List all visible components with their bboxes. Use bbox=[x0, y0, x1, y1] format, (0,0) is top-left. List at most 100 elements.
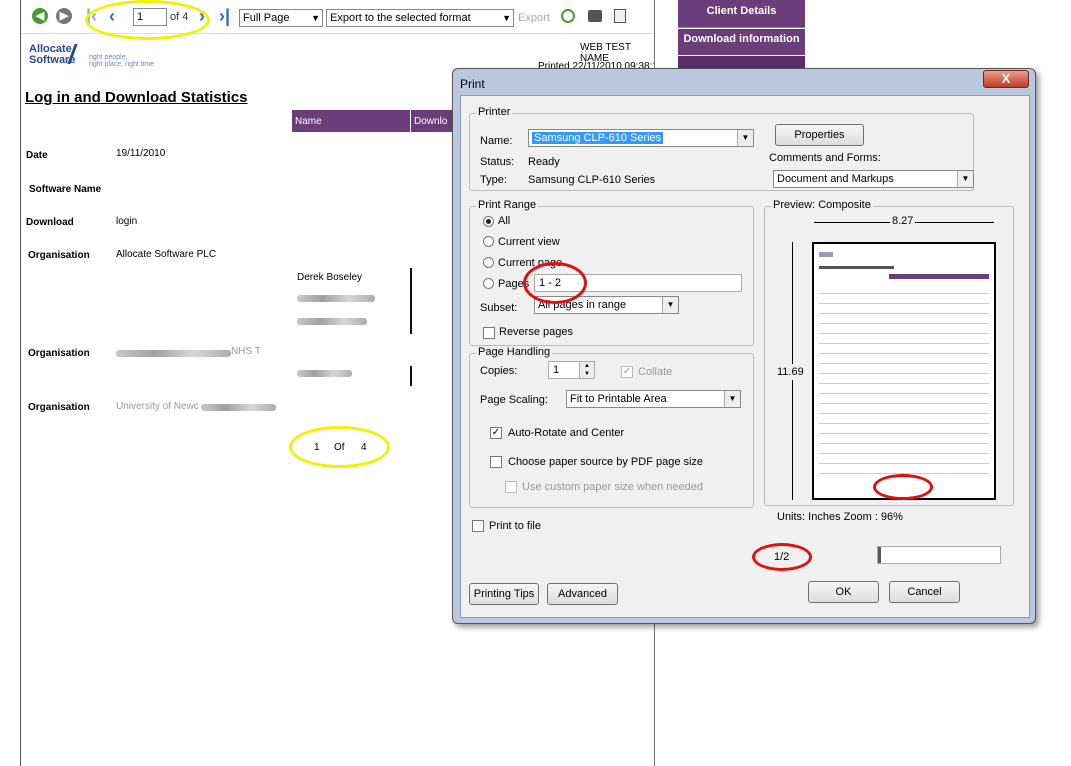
highlight-ellipse bbox=[523, 262, 587, 304]
print-icon[interactable] bbox=[588, 10, 602, 22]
download-information-tab[interactable]: Download information bbox=[678, 29, 805, 55]
chevron-down-icon: ▼ bbox=[957, 171, 973, 187]
person-name: Derek Boseley bbox=[297, 272, 363, 283]
dialog-title: Print bbox=[460, 77, 485, 91]
collate-checkbox[interactable]: ✓ bbox=[621, 366, 633, 378]
date-value: 19/11/2010 bbox=[116, 148, 166, 159]
report-title: Log in and Download Statistics bbox=[25, 89, 248, 106]
properties-button[interactable]: Properties bbox=[775, 124, 864, 146]
table-divider bbox=[410, 268, 412, 334]
printer-name-label: Name: bbox=[480, 135, 513, 147]
preview-page-slider[interactable] bbox=[877, 546, 1001, 564]
organisation-value-2: NHS T bbox=[231, 346, 261, 357]
organisation-label-2: Organisation bbox=[28, 348, 90, 359]
print-to-file-label: Print to file bbox=[489, 520, 541, 532]
logo-tagline-1: right people, bbox=[89, 54, 128, 61]
export-format-select[interactable]: Export to the selected format ▼ bbox=[326, 9, 514, 27]
highlight-ellipse bbox=[873, 474, 933, 500]
comments-forms-value: Document and Markups bbox=[777, 173, 894, 185]
pages-radio[interactable] bbox=[483, 278, 494, 289]
comments-forms-select[interactable]: Document and Markups ▼ bbox=[773, 170, 974, 188]
export-link[interactable]: Export bbox=[518, 12, 550, 24]
refresh-icon[interactable] bbox=[561, 9, 575, 23]
blurred-text bbox=[297, 370, 352, 377]
page-scaling-value: Fit to Printable Area bbox=[570, 393, 667, 405]
paper-source-checkbox[interactable] bbox=[490, 456, 502, 468]
type-label: Type: bbox=[480, 174, 507, 186]
page-setup-icon[interactable] bbox=[614, 9, 626, 23]
preview-height: 11.69 bbox=[777, 364, 804, 380]
organisation-value-3: University of Newc bbox=[116, 401, 199, 412]
print-to-file-checkbox[interactable] bbox=[472, 520, 484, 532]
page-scaling-select[interactable]: Fit to Printable Area ▼ bbox=[566, 390, 741, 408]
highlight-ellipse bbox=[289, 426, 390, 468]
auto-rotate-checkbox[interactable]: ✓ bbox=[490, 427, 502, 439]
software-name-label: Software Name bbox=[29, 184, 102, 195]
chevron-down-icon: ▼ bbox=[737, 130, 753, 146]
logo-tagline: right people, right place, right time bbox=[89, 54, 154, 68]
printer-name-select[interactable]: Samsung CLP-610 Series ▼ bbox=[528, 129, 754, 147]
preview-width: 8.27 bbox=[890, 215, 916, 227]
highlight-ellipse bbox=[85, 0, 210, 40]
last-page-icon[interactable]: ›| bbox=[219, 6, 230, 26]
custom-paper-label: Use custom paper size when needed bbox=[522, 481, 703, 493]
download-label: Download bbox=[26, 217, 74, 228]
blurred-text bbox=[116, 350, 231, 357]
print-dialog: Print X Printer Name: Samsung CLP-610 Se… bbox=[452, 68, 1036, 624]
current-view-radio[interactable] bbox=[483, 236, 494, 247]
blurred-text bbox=[201, 404, 276, 411]
status-label: Status: bbox=[480, 156, 515, 168]
dialog-body: Printer Name: Samsung CLP-610 Series ▼ P… bbox=[460, 95, 1030, 618]
blurred-text bbox=[297, 318, 367, 325]
current-view-label: Current view bbox=[498, 236, 560, 248]
printer-name-value: Samsung CLP-610 Series bbox=[532, 132, 664, 144]
print-range-title: Print Range bbox=[476, 199, 539, 211]
page-handling-title: Page Handling bbox=[476, 346, 553, 358]
ok-button[interactable]: OK bbox=[808, 581, 879, 603]
zoom-select-value: Full Page bbox=[243, 12, 290, 24]
reverse-pages-checkbox[interactable] bbox=[483, 327, 495, 339]
cancel-button[interactable]: Cancel bbox=[889, 581, 960, 603]
custom-paper-checkbox[interactable] bbox=[505, 481, 517, 493]
preview-title-line bbox=[819, 266, 894, 269]
printing-tips-button[interactable]: Printing Tips bbox=[469, 583, 539, 605]
close-button[interactable]: X bbox=[983, 70, 1029, 88]
advanced-button[interactable]: Advanced bbox=[547, 583, 618, 605]
slider-thumb[interactable] bbox=[878, 547, 881, 563]
auto-rotate-label: Auto-Rotate and Center bbox=[508, 427, 625, 439]
subset-label: Subset: bbox=[480, 302, 518, 314]
preview-units: Units: Inches Zoom : 96% bbox=[777, 511, 903, 523]
forward-icon[interactable]: ▶ bbox=[56, 8, 72, 24]
printer-group-title: Printer bbox=[476, 106, 513, 118]
comments-forms-label: Comments and Forms: bbox=[769, 152, 881, 164]
organisation-label-3: Organisation bbox=[28, 402, 90, 413]
logo-tagline-2: right place, right time bbox=[89, 61, 154, 68]
blurred-text bbox=[297, 295, 375, 302]
all-radio[interactable] bbox=[483, 216, 494, 227]
paper-source-label: Choose paper source by PDF page size bbox=[508, 456, 704, 468]
reverse-pages-label: Reverse pages bbox=[499, 326, 573, 338]
copies-value: 1 bbox=[553, 364, 560, 376]
current-page-radio[interactable] bbox=[483, 257, 494, 268]
organisation-value: Allocate Software PLC bbox=[116, 249, 217, 260]
date-label: Date bbox=[26, 150, 48, 161]
download-value: login bbox=[116, 216, 138, 227]
type-value: Samsung CLP-610 Series bbox=[528, 174, 656, 186]
export-select-value: Export to the selected format bbox=[330, 12, 471, 24]
table-divider bbox=[410, 366, 412, 386]
preview-page bbox=[812, 242, 996, 500]
zoom-select[interactable]: Full Page ▼ bbox=[239, 9, 323, 27]
client-details-tab[interactable]: Client Details bbox=[678, 0, 805, 28]
chevron-down-icon: ▼ bbox=[724, 391, 740, 407]
status-value: Ready bbox=[528, 156, 560, 168]
organisation-label: Organisation bbox=[28, 250, 90, 261]
copies-label: Copies: bbox=[480, 365, 518, 377]
preview-header bbox=[889, 274, 989, 279]
column-header-name: Name bbox=[292, 110, 410, 132]
copies-stepper[interactable]: ▲ ▼ bbox=[579, 362, 594, 378]
chevron-down-icon: ▼ bbox=[311, 13, 320, 23]
highlight-ellipse bbox=[752, 543, 812, 571]
collate-label: Collate bbox=[638, 366, 673, 378]
chevron-down-icon: ▼ bbox=[502, 13, 511, 23]
back-icon[interactable]: ◀ bbox=[32, 8, 48, 24]
